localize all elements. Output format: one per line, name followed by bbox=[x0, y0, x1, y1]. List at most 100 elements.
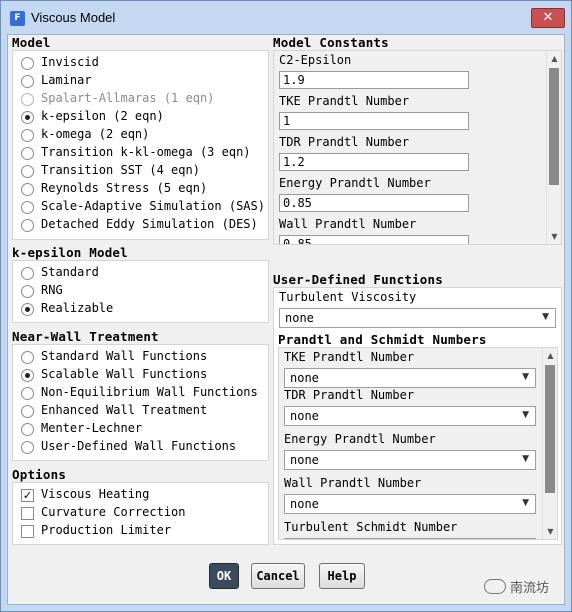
chevron-down-icon: ▼ bbox=[542, 312, 549, 322]
cancel-button[interactable]: Cancel bbox=[251, 563, 305, 589]
udf-wall-prandtl-dropdown[interactable]: none ▼ bbox=[284, 494, 536, 514]
model-constants-panel: C2-Epsilon 1.9 TKE Prandtl Number 1 TDR … bbox=[273, 50, 562, 245]
window-title: Viscous Model bbox=[31, 10, 116, 25]
tke-prandtl-label: TKE Prandtl Number bbox=[279, 94, 410, 108]
radio-button-selected[interactable] bbox=[21, 111, 34, 124]
chevron-down-icon: ▼ bbox=[522, 498, 529, 508]
model-option-label: Transition SST (4 eqn) bbox=[41, 163, 200, 177]
udf-tke-prandtl-label: TKE Prandtl Number bbox=[284, 350, 415, 364]
tke-prandtl-input[interactable]: 1 bbox=[279, 112, 469, 130]
option-label: Curvature Correction bbox=[41, 505, 186, 519]
near-wall-radio-group: Standard Wall Functions Scalable Wall Fu… bbox=[12, 344, 269, 461]
model-option-label: Transition k-kl-omega (3 eqn) bbox=[41, 145, 251, 159]
model-radio-group: Inviscid Laminar Spalart-Allmaras (1 eqn… bbox=[12, 50, 269, 240]
udf-tdr-prandtl-dropdown[interactable]: none ▼ bbox=[284, 406, 536, 426]
watermark: 南流坊 bbox=[484, 577, 549, 596]
scroll-up-icon[interactable]: ▲ bbox=[547, 51, 561, 66]
radio-button bbox=[21, 93, 34, 106]
scroll-thumb[interactable] bbox=[545, 365, 555, 493]
model-constants-scrollbar[interactable]: ▲ ▼ bbox=[546, 51, 561, 244]
near-wall-section-title: Near-Wall Treatment bbox=[12, 329, 159, 344]
model-option-label: k-epsilon (2 eqn) bbox=[41, 109, 164, 123]
udf-tke-prandtl-dropdown[interactable]: none ▼ bbox=[284, 368, 536, 388]
options-section-title: Options bbox=[12, 467, 67, 482]
prandtl-schmidt-scrollbar[interactable]: ▲ ▼ bbox=[542, 348, 557, 539]
radio-button[interactable] bbox=[21, 75, 34, 88]
dialog-body: Model Inviscid Laminar Spalart-Allmaras … bbox=[7, 34, 565, 605]
udf-turbulent-schmidt-dropdown[interactable]: none ▼ bbox=[284, 538, 536, 539]
udf-section-title: User-Defined Functions bbox=[273, 272, 443, 287]
radio-button[interactable] bbox=[21, 351, 34, 364]
model-option-label: k-omega (2 eqn) bbox=[41, 127, 150, 141]
checkbox[interactable] bbox=[21, 525, 34, 538]
radio-button[interactable] bbox=[21, 129, 34, 142]
chevron-down-icon: ▼ bbox=[522, 454, 529, 464]
radio-button[interactable] bbox=[21, 147, 34, 160]
option-label: Viscous Heating bbox=[41, 487, 150, 501]
dropdown-value: none bbox=[290, 453, 319, 467]
watermark-text: 南流坊 bbox=[510, 581, 550, 596]
model-option-label: Detached Eddy Simulation (DES) bbox=[41, 217, 258, 231]
fluent-app-icon: F bbox=[10, 11, 25, 26]
model-option-label: Laminar bbox=[41, 73, 92, 87]
udf-wall-prandtl-label: Wall Prandtl Number bbox=[284, 476, 422, 490]
radio-button[interactable] bbox=[21, 165, 34, 178]
udf-energy-prandtl-label: Energy Prandtl Number bbox=[284, 432, 436, 446]
radio-button[interactable] bbox=[21, 285, 34, 298]
model-option-label: Spalart-Allmaras (1 eqn) bbox=[41, 91, 215, 105]
scroll-thumb[interactable] bbox=[549, 68, 559, 185]
energy-prandtl-input[interactable]: 0.85 bbox=[279, 194, 469, 212]
scroll-down-icon[interactable]: ▼ bbox=[547, 229, 561, 244]
prandtl-schmidt-section-title: Prandtl and Schmidt Numbers bbox=[278, 332, 487, 347]
model-option-label: Reynolds Stress (5 eqn) bbox=[41, 181, 208, 195]
radio-button[interactable] bbox=[21, 423, 34, 436]
wall-prandtl-label: Wall Prandtl Number bbox=[279, 217, 417, 231]
radio-button[interactable] bbox=[21, 183, 34, 196]
option-label: Production Limiter bbox=[41, 523, 172, 537]
checkbox[interactable] bbox=[21, 507, 34, 520]
dropdown-value: none bbox=[290, 371, 319, 385]
near-wall-option-label: Enhanced Wall Treatment bbox=[41, 403, 208, 417]
chevron-down-icon: ▼ bbox=[522, 410, 529, 420]
udf-turbulent-schmidt-label: Turbulent Schmidt Number bbox=[284, 520, 458, 534]
title-bar[interactable]: F Viscous Model ✕ bbox=[1, 1, 571, 35]
radio-button-selected[interactable] bbox=[21, 303, 34, 316]
help-button[interactable]: Help bbox=[319, 563, 365, 589]
model-section-title: Model bbox=[12, 35, 51, 50]
checkbox-checked[interactable]: ✓ bbox=[21, 489, 34, 502]
wall-prandtl-input[interactable]: 0.85 bbox=[279, 235, 469, 244]
near-wall-option-label: Non-Equilibrium Wall Functions bbox=[41, 385, 258, 399]
near-wall-option-label: Menter-Lechner bbox=[41, 421, 143, 435]
udf-tdr-prandtl-label: TDR Prandtl Number bbox=[284, 388, 415, 402]
kepsilon-option-label: RNG bbox=[41, 283, 63, 297]
radio-button[interactable] bbox=[21, 219, 34, 232]
energy-prandtl-label: Energy Prandtl Number bbox=[279, 176, 431, 190]
dropdown-value: none bbox=[290, 409, 319, 423]
near-wall-option-label: Standard Wall Functions bbox=[41, 349, 208, 363]
turbulent-viscosity-label: Turbulent Viscosity bbox=[279, 290, 417, 304]
chevron-down-icon: ▼ bbox=[522, 372, 529, 382]
turbulent-viscosity-dropdown[interactable]: none ▼ bbox=[279, 308, 556, 328]
viscous-model-dialog: F Viscous Model ✕ Model Inviscid Laminar… bbox=[0, 0, 572, 612]
radio-button[interactable] bbox=[21, 441, 34, 454]
model-constants-section-title: Model Constants bbox=[273, 35, 389, 50]
radio-button[interactable] bbox=[21, 405, 34, 418]
radio-button-selected[interactable] bbox=[21, 369, 34, 382]
ok-button[interactable]: OK bbox=[209, 563, 239, 589]
tdr-prandtl-input[interactable]: 1.2 bbox=[279, 153, 469, 171]
model-option-label: Scale-Adaptive Simulation (SAS) bbox=[41, 199, 265, 213]
radio-button[interactable] bbox=[21, 267, 34, 280]
scroll-up-icon[interactable]: ▲ bbox=[543, 348, 557, 363]
radio-button[interactable] bbox=[21, 201, 34, 214]
radio-button[interactable] bbox=[21, 387, 34, 400]
c2-epsilon-input[interactable]: 1.9 bbox=[279, 71, 469, 89]
tdr-prandtl-label: TDR Prandtl Number bbox=[279, 135, 410, 149]
udf-panel: Turbulent Viscosity none ▼ Prandtl and S… bbox=[273, 287, 562, 545]
udf-energy-prandtl-dropdown[interactable]: none ▼ bbox=[284, 450, 536, 470]
close-button[interactable]: ✕ bbox=[531, 8, 565, 28]
scroll-down-icon[interactable]: ▼ bbox=[543, 524, 557, 539]
wechat-icon bbox=[484, 579, 506, 594]
kepsilon-option-label: Realizable bbox=[41, 301, 114, 315]
options-checkbox-group: ✓ Viscous Heating Curvature Correction P… bbox=[12, 482, 269, 545]
radio-button[interactable] bbox=[21, 57, 34, 70]
